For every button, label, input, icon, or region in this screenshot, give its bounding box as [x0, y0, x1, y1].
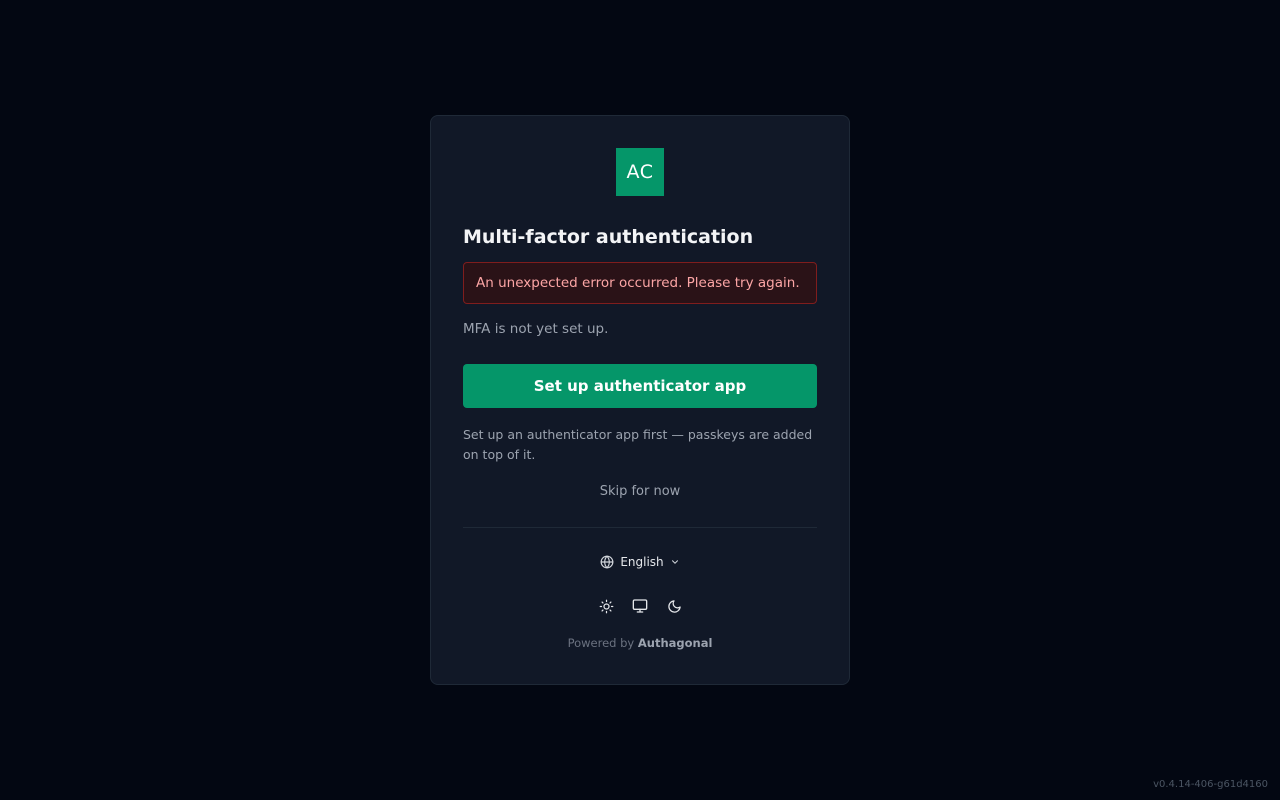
powered-prefix: Powered by: [567, 636, 635, 650]
logo-text: AC: [626, 161, 654, 183]
mfa-status-text: MFA is not yet set up.: [463, 321, 609, 337]
language-selector[interactable]: English: [599, 552, 681, 572]
chevron-down-icon: [670, 557, 680, 567]
mfa-card: AC Multi-factor authentication An unexpe…: [430, 115, 850, 685]
language-label: English: [620, 555, 664, 569]
version-label: v0.4.14-406-g61d4160: [1153, 779, 1268, 790]
passkey-hint-text: Set up an authenticator app first — pass…: [463, 427, 813, 462]
page-title: Multi-factor authentication: [463, 226, 754, 248]
app-logo: AC: [616, 148, 664, 196]
powered-by: Powered by Authagonal: [431, 636, 849, 650]
theme-switcher: [431, 598, 849, 614]
setup-authenticator-button[interactable]: Set up authenticator app: [463, 364, 817, 408]
divider: [463, 527, 817, 528]
sun-icon[interactable]: [598, 598, 614, 614]
powered-brand: Authagonal: [637, 636, 713, 650]
monitor-icon[interactable]: [632, 598, 648, 614]
globe-icon: [600, 555, 614, 569]
skip-for-now-link[interactable]: Skip for now: [431, 484, 849, 499]
error-message: An unexpected error occurred. Please try…: [476, 275, 800, 291]
error-alert: An unexpected error occurred. Please try…: [463, 262, 817, 304]
moon-icon[interactable]: [666, 598, 682, 614]
